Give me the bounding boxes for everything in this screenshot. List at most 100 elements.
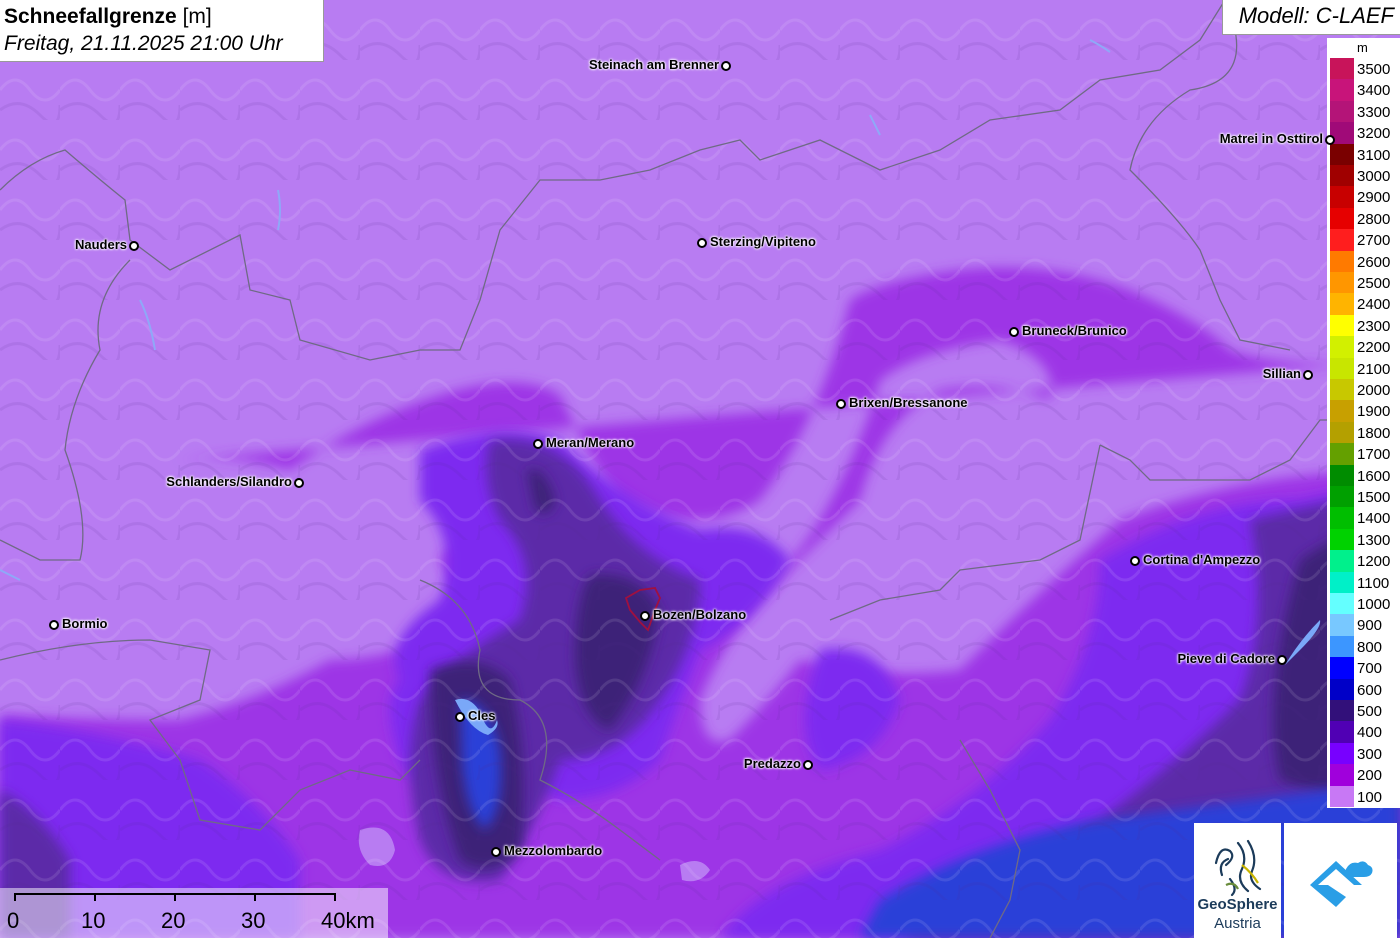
city-label: Cortina d'Ampezzo bbox=[1143, 552, 1261, 567]
legend-label: 3500 bbox=[1357, 61, 1391, 78]
city-label: Mezzolombardo bbox=[504, 843, 603, 858]
austria-text: Austria bbox=[1214, 915, 1261, 932]
city-label: Cles bbox=[468, 708, 496, 723]
model-label: Modell: C-LAEF bbox=[1222, 0, 1400, 35]
legend-swatch bbox=[1330, 421, 1354, 444]
legend-swatch bbox=[1330, 357, 1354, 379]
legend-entry: 2500 bbox=[1330, 272, 1400, 294]
legend-swatch bbox=[1330, 100, 1354, 123]
legend-label: 3200 bbox=[1357, 125, 1391, 143]
city-label: Bruneck/Brunico bbox=[1022, 323, 1127, 338]
city-label: Sillian bbox=[1262, 366, 1301, 381]
legend-entry: 1500 bbox=[1330, 486, 1400, 508]
city-dot bbox=[721, 61, 731, 71]
legend-entry: 1700 bbox=[1330, 443, 1400, 465]
legend-swatch bbox=[1330, 700, 1354, 722]
legend-label: 3300 bbox=[1357, 103, 1391, 121]
city-dot bbox=[533, 439, 543, 449]
weather-logo[interactable] bbox=[1284, 823, 1397, 938]
city-label: Nauders bbox=[74, 237, 127, 252]
legend-label: 900 bbox=[1357, 617, 1383, 635]
scale-label: 20 bbox=[161, 908, 186, 933]
legend-label: 2700 bbox=[1357, 232, 1391, 250]
title-unit: [m] bbox=[176, 5, 212, 28]
legend-swatch bbox=[1330, 593, 1354, 615]
legend-label: 2500 bbox=[1357, 275, 1391, 292]
legend-swatch bbox=[1330, 550, 1354, 572]
legend-swatch bbox=[1330, 79, 1354, 101]
legend-label: 2100 bbox=[1357, 360, 1391, 378]
legend-swatch bbox=[1330, 314, 1354, 337]
city-label: Schlanders/Silandro bbox=[166, 474, 292, 489]
legend-swatch bbox=[1330, 742, 1354, 765]
scale-label: 10 bbox=[81, 908, 106, 933]
scale-tick bbox=[254, 893, 256, 901]
legend-entry: 3000 bbox=[1330, 165, 1400, 187]
legend-entry: 3100 bbox=[1330, 143, 1400, 165]
legend-label: 2900 bbox=[1357, 189, 1391, 207]
page-subtitle: Freitag, 21.11.2025 21:00 Uhr bbox=[4, 32, 283, 55]
color-legend: m 3500 3400 3300 3200 3100 3000 2900 2800 2700 26… bbox=[1327, 38, 1400, 808]
legend-label: 3400 bbox=[1357, 82, 1391, 100]
city-dot bbox=[1277, 655, 1287, 665]
legend-entry: 2000 bbox=[1330, 379, 1400, 401]
legend-entry: 3300 bbox=[1330, 100, 1400, 123]
scale-tick bbox=[334, 893, 336, 901]
legend-swatch bbox=[1330, 486, 1354, 508]
legend-swatch bbox=[1330, 528, 1354, 551]
legend-unit: m bbox=[1357, 40, 1368, 55]
legend-swatch bbox=[1330, 764, 1354, 786]
legend-entry: 2900 bbox=[1330, 186, 1400, 208]
legend-swatch bbox=[1330, 678, 1354, 700]
city-label: Matrei in Osttirol bbox=[1219, 131, 1323, 146]
legend-label: 1900 bbox=[1357, 403, 1391, 421]
legend-swatch bbox=[1330, 229, 1354, 251]
legend-swatch bbox=[1330, 400, 1354, 422]
city-dot bbox=[294, 478, 304, 488]
city-dot bbox=[1303, 370, 1313, 380]
legend-entry: 2400 bbox=[1330, 293, 1400, 315]
snowfall-map[interactable] bbox=[0, 0, 1400, 938]
legend-entry: 2300 bbox=[1330, 314, 1400, 337]
legend-entry: 3500 bbox=[1330, 58, 1400, 80]
legend-entry: 3200 bbox=[1330, 122, 1400, 144]
city-label: Brixen/Bressanone bbox=[849, 395, 968, 410]
page-title: Schneefallgrenze [m] bbox=[4, 3, 319, 30]
city-dot bbox=[640, 611, 650, 621]
scale-label: 40km bbox=[321, 908, 375, 933]
legend-label: 1600 bbox=[1357, 467, 1391, 485]
city-label: Steinach am Brenner bbox=[588, 57, 719, 72]
legend-entry: 1900 bbox=[1330, 400, 1400, 422]
legend-label: 400 bbox=[1357, 724, 1383, 742]
city-label: Predazzo bbox=[743, 756, 801, 771]
city-label: Bormio bbox=[62, 616, 108, 631]
legend-swatch bbox=[1330, 464, 1354, 486]
legend-label: 700 bbox=[1357, 660, 1383, 678]
city-dot bbox=[1130, 556, 1140, 566]
legend-swatch bbox=[1330, 143, 1354, 165]
legend-entry: 1400 bbox=[1330, 507, 1400, 529]
scale-label: 0 bbox=[7, 908, 20, 933]
legend-swatch bbox=[1330, 336, 1354, 358]
legend-entry: 1800 bbox=[1330, 421, 1400, 444]
city-label: Pieve di Cadore bbox=[1177, 651, 1275, 666]
legend-label: 1400 bbox=[1357, 510, 1391, 528]
geosphere-logo[interactable]: GeoSphere Austria bbox=[1194, 823, 1281, 938]
legend-entry: 1600 bbox=[1330, 464, 1400, 486]
legend-entry: 700 bbox=[1330, 657, 1400, 679]
scale-tick bbox=[14, 893, 16, 901]
geosphere-emblem-icon bbox=[1214, 839, 1262, 897]
legend-entry: 800 bbox=[1330, 635, 1400, 658]
scale-tick bbox=[174, 893, 176, 901]
legend-entry: 1300 bbox=[1330, 528, 1400, 551]
scale-tick bbox=[94, 893, 96, 901]
legend-label: 500 bbox=[1357, 703, 1383, 720]
city-dot bbox=[1009, 327, 1019, 337]
legend-entry: 1100 bbox=[1330, 571, 1400, 593]
legend-entry: 100 bbox=[1330, 785, 1400, 807]
legend-swatch bbox=[1330, 207, 1354, 230]
legend-label: 1000 bbox=[1357, 596, 1391, 613]
legend-label: 200 bbox=[1357, 767, 1383, 785]
legend-entry: 900 bbox=[1330, 614, 1400, 636]
legend-entry: 600 bbox=[1330, 678, 1400, 700]
